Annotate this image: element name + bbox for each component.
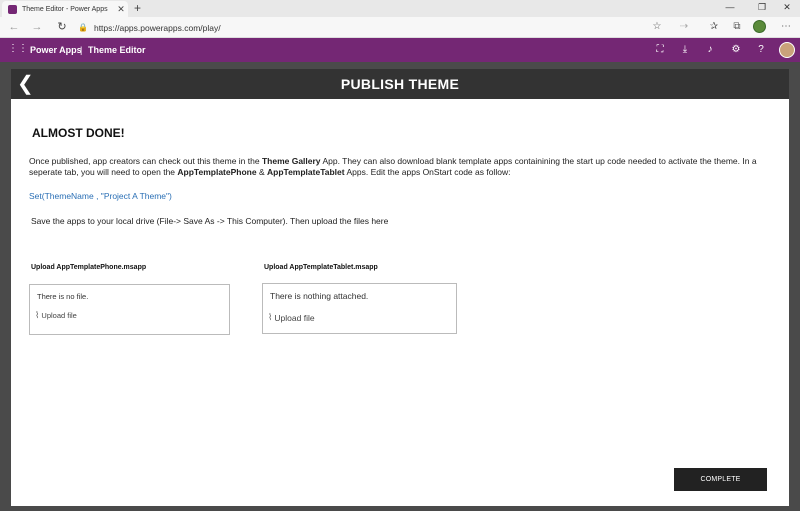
collections-icon[interactable]: ⧉	[730, 17, 744, 37]
para-text-1: Once published, app creators can check o…	[29, 156, 262, 166]
title-bar: PUBLISH THEME ❮	[11, 69, 789, 99]
forward-arrow-icon[interactable]: →	[29, 17, 45, 37]
upload-phone-button-label: Upload file	[41, 311, 77, 320]
instructions-paragraph: Once published, app creators can check o…	[29, 156, 759, 178]
upload-tablet-status: There is nothing attached.	[270, 291, 369, 301]
upload-tablet-dropzone[interactable]: There is nothing attached. ⌇ Upload file	[262, 283, 457, 334]
download-icon[interactable]: ⤓	[678, 38, 692, 62]
app-section-title: Theme Editor	[88, 45, 146, 55]
upload-tablet-button-label: Upload file	[274, 312, 315, 323]
fit-to-window-icon[interactable]: ⛶	[653, 38, 667, 62]
favorite-star-icon[interactable]: ☆	[650, 17, 664, 37]
browser-tab-strip: Theme Editor - Power Apps ✕ + — ❐ ✕	[0, 0, 800, 17]
maximize-button[interactable]: ❐	[748, 0, 776, 14]
theme-gallery-text: Theme Gallery	[261, 156, 321, 166]
url-field[interactable]: 🔒 https://apps.powerapps.com/play/	[78, 19, 668, 36]
user-avatar[interactable]	[779, 42, 795, 58]
extension-icon[interactable]: ⇢	[677, 17, 691, 37]
paperclip-icon: ⌇	[268, 312, 273, 322]
browser-profile-icon[interactable]	[753, 20, 766, 33]
app-name[interactable]: Power Apps	[30, 38, 82, 62]
upload-tablet-label: Upload AppTemplateTablet.msapp	[264, 264, 378, 271]
browser-tab[interactable]: Theme Editor - Power Apps ✕	[2, 1, 128, 17]
lock-icon: 🔒	[78, 23, 88, 32]
close-window-button[interactable]: ✕	[773, 0, 800, 14]
header-separator: |	[80, 45, 83, 55]
address-bar: ← → ↻ 🔒 https://apps.powerapps.com/play/…	[0, 17, 800, 38]
para-text-4: Apps. Edit the apps OnStart code as foll…	[344, 167, 511, 177]
save-instructions: Save the apps to your local drive (File-…	[31, 216, 389, 226]
upload-phone-button[interactable]: ⌇ Upload file	[35, 310, 77, 321]
upload-tablet-button[interactable]: ⌇ Upload file	[268, 312, 315, 323]
app-canvas: PUBLISH THEME ❮ ALMOST DONE! Once publis…	[11, 69, 789, 506]
upload-phone-label: Upload AppTemplatePhone.msapp	[31, 264, 147, 271]
settings-gear-icon[interactable]: ⚙	[729, 38, 743, 62]
refresh-icon[interactable]: ↻	[54, 17, 70, 37]
app-header: ⋮⋮ Power Apps | Theme Editor ⛶ ⤓ ♪ ⚙ ?	[0, 38, 800, 62]
almost-done-heading: ALMOST DONE!	[32, 126, 125, 140]
para-text-3: &	[256, 167, 267, 177]
tab-close-icon[interactable]: ✕	[114, 4, 128, 15]
new-tab-button[interactable]: +	[134, 0, 141, 16]
app-template-tablet-text: AppTemplateTablet	[266, 167, 345, 177]
page-title: PUBLISH THEME	[340, 76, 460, 92]
help-icon[interactable]: ?	[754, 38, 768, 62]
complete-button[interactable]: COMPLETE	[674, 468, 767, 491]
paperclip-icon: ⌇	[35, 310, 40, 320]
app-template-phone-text: AppTemplatePhone	[177, 167, 257, 177]
onstart-code-snippet: Set(ThemeName , "Project A Theme")	[29, 191, 172, 201]
minimize-button[interactable]: —	[716, 0, 744, 14]
notifications-bell-icon[interactable]: ♪	[703, 38, 717, 62]
tab-title: Theme Editor - Power Apps	[22, 5, 108, 13]
back-chevron-icon[interactable]: ❮	[17, 69, 37, 99]
app-launcher-icon[interactable]: ⋮⋮	[8, 44, 28, 54]
favorites-icon[interactable]: ✰	[707, 17, 721, 37]
upload-phone-status: There is no file.	[37, 292, 89, 301]
upload-phone-dropzone[interactable]: There is no file. ⌇ Upload file	[29, 284, 230, 335]
url-text: https://apps.powerapps.com/play/	[93, 22, 221, 33]
powerapps-favicon-icon	[8, 4, 17, 14]
browser-menu-icon[interactable]: ⋯	[779, 17, 793, 37]
back-arrow-icon[interactable]: ←	[6, 17, 22, 37]
